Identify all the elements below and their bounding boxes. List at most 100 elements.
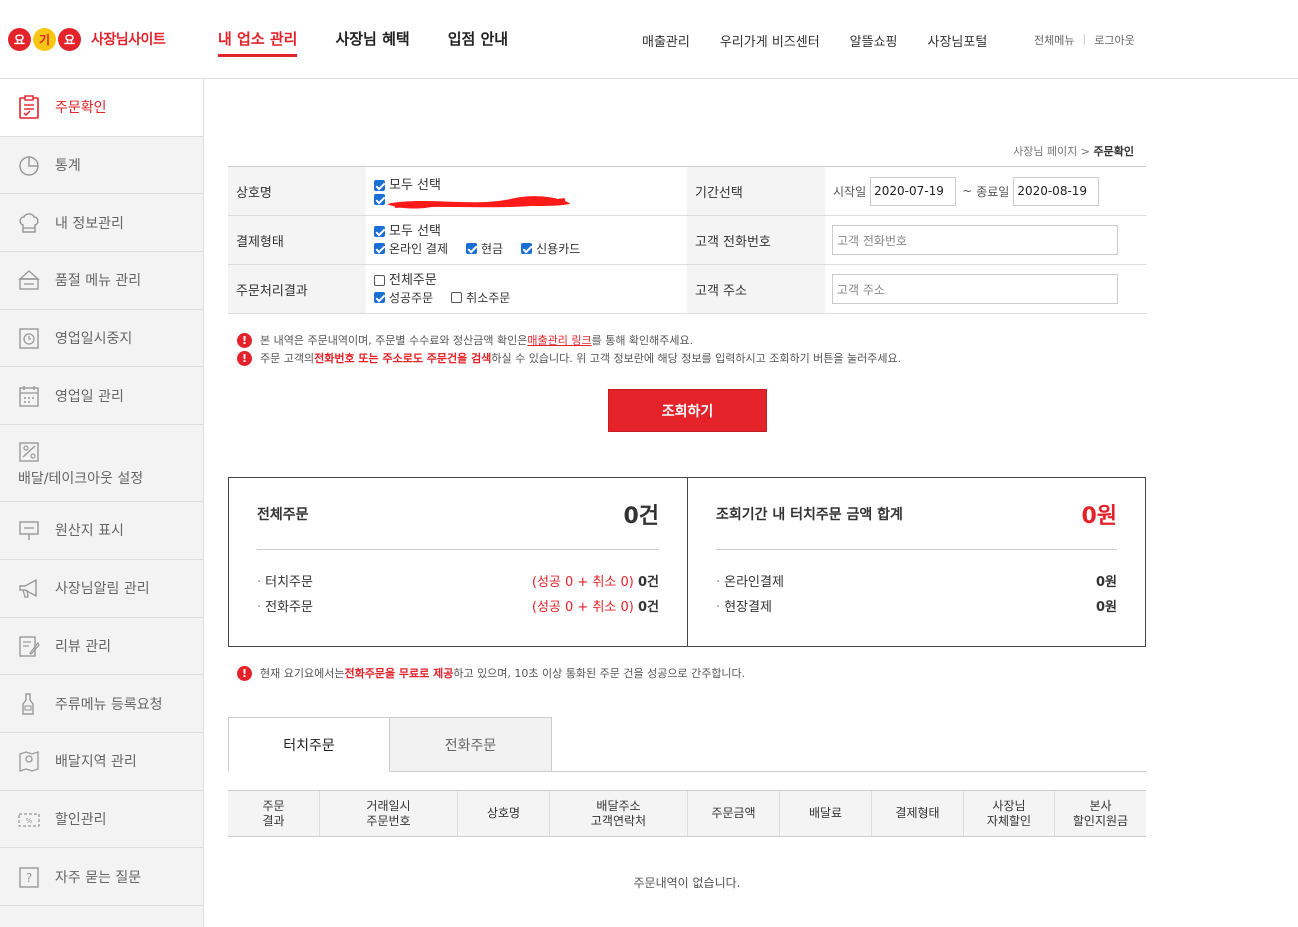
svg-text:%: % <box>26 817 33 825</box>
payment-cash-checkbox[interactable] <box>466 242 478 254</box>
tab-touch-order[interactable]: 터치주문 <box>228 717 390 772</box>
summary-amount: 조회기간 내 터치주문 금액 합계 0원 온라인결제 0원 현장결제 0원 <box>687 478 1145 646</box>
logo-dot: 기 <box>33 27 56 51</box>
payment-card-checkbox[interactable] <box>521 242 533 254</box>
sidebar-item-reviews[interactable]: 리뷰 관리 <box>0 618 203 676</box>
tilde: ~ <box>962 184 973 198</box>
top-link-portal[interactable]: 사장님포털 <box>928 31 988 50</box>
form-row-result: 주문처리결과 전체주문 성공주문 취소주문 고객 주소 고객 주소 <box>228 265 1146 314</box>
summary-row-label: 현장결제 <box>716 596 772 615</box>
sidebar-item-origin[interactable]: 원산지 표시 <box>0 502 203 560</box>
notice-highlight: 전화번호 또는 주소로도 주문건을 검색 <box>314 352 492 365</box>
store-all-checkbox[interactable] <box>374 180 385 191</box>
map-pin-icon <box>19 751 39 773</box>
sidebar-item-label: 영업일 관리 <box>55 388 124 405</box>
address-input[interactable]: 고객 주소 <box>832 274 1118 304</box>
result-all-checkbox[interactable] <box>374 275 385 286</box>
gnb-benefits[interactable]: 사장님 혜택 <box>335 28 409 57</box>
top-link-bizcenter[interactable]: 우리가게 비즈센터 <box>720 31 820 50</box>
util-links: 전체메뉴 | 로그아웃 <box>1034 32 1135 48</box>
result-options: 전체주문 성공주문 취소주문 <box>366 265 687 313</box>
gnb-join[interactable]: 입점 안내 <box>448 28 508 57</box>
summary-row-value: (성공 0 + 취소 0) 0건 <box>532 596 659 615</box>
notices: ! 본 내역은 주문내역이며, 주문별 수수료와 정산금액 확인은 매출관리 링… <box>237 331 901 367</box>
payment-card[interactable]: 신용카드 <box>521 240 580 257</box>
sidebar-item-label: 리뷰 관리 <box>55 638 111 655</box>
question-icon: ? <box>19 866 39 888</box>
sidebar-item-my-info[interactable]: 내 정보관리 <box>0 194 203 253</box>
summary-row: 터치주문 (성공 0 + 취소 0) 0건 <box>257 568 659 593</box>
top-links: 매출관리 우리가게 비즈센터 알뜰쇼핑 사장님포털 <box>642 31 1017 50</box>
address-field: 고객 주소 <box>825 265 1146 313</box>
breadcrumb-home[interactable]: 사장님 페이지 <box>1013 145 1077 158</box>
payment-card-label: 신용카드 <box>536 241 581 256</box>
payment-online-checkbox[interactable] <box>374 242 385 254</box>
gnb-my-store[interactable]: 내 업소 관리 <box>218 28 298 57</box>
payment-cash[interactable]: 현금 <box>466 240 503 257</box>
sidebar-item-notice-manage[interactable]: 사장님알림 관리 <box>0 560 203 618</box>
svg-text:?: ? <box>26 871 32 885</box>
sidebar-item-discount[interactable]: % 할인관리 <box>0 791 203 849</box>
payment-select-all[interactable]: 모두 선택 <box>374 224 687 240</box>
result-success[interactable]: 성공주문 <box>374 289 433 306</box>
notice-text: 현재 요기요에서는 <box>260 667 345 680</box>
end-date-input[interactable]: 2020-08-19 <box>1013 176 1100 206</box>
sidebar-item-label: 사장님알림 관리 <box>55 581 150 598</box>
clipboard-icon <box>19 95 39 120</box>
notice-text: 본 내역은 주문내역이며, 주문별 수수료와 정산금액 확인은 <box>260 334 528 347</box>
search-button[interactable]: 조회하기 <box>608 389 767 432</box>
payment-online[interactable]: 온라인 결제 <box>374 240 448 257</box>
payment-types: 온라인 결제 현금 신용카드 <box>374 240 687 257</box>
summary-row: 전화주문 (성공 0 + 취소 0) 0건 <box>257 593 659 618</box>
result-success-checkbox[interactable] <box>374 291 385 303</box>
payment-options: 모두 선택 온라인 결제 현금 신용카드 <box>366 216 687 264</box>
result-success-label: 성공주문 <box>389 290 434 305</box>
summary-row-label: 터치주문 <box>257 571 313 590</box>
top-link-shopping[interactable]: 알뜰쇼핑 <box>850 31 898 50</box>
notice-sales-link: ! 본 내역은 주문내역이며, 주문별 수수료와 정산금액 확인은 매출관리 링… <box>237 331 901 349</box>
column-header: 주문 결과 <box>228 791 320 836</box>
phone-label: 고객 전화번호 <box>687 216 825 264</box>
store-label: 상호명 <box>228 167 366 215</box>
sidebar-item-faq[interactable]: ? 자주 묻는 질문 <box>0 848 203 906</box>
summary-row: 현장결제 0원 <box>716 593 1117 618</box>
sidebar-item-delivery-area[interactable]: 배달지역 관리 <box>0 733 203 791</box>
column-header: 배달주소 고객연락처 <box>550 791 688 836</box>
result-cancel[interactable]: 취소주문 <box>451 289 510 306</box>
summary-row-label: 전화주문 <box>257 596 313 615</box>
notice-search-tip: ! 주문 고객의 전화번호 또는 주소로도 주문건을 검색 하실 수 있습니다. … <box>237 349 901 367</box>
sidebar-item-label: 원산지 표시 <box>55 523 124 540</box>
redaction-mark <box>387 196 571 209</box>
sales-link[interactable]: 매출관리 링크 <box>527 332 591 348</box>
sidebar-item-pause[interactable]: 영업일시중지 <box>0 310 203 368</box>
column-header: 주문금액 <box>688 791 780 836</box>
result-cancel-checkbox[interactable] <box>451 291 463 303</box>
phone-input[interactable]: 고객 전화번호 <box>832 225 1118 255</box>
logo[interactable]: 요 기 요 사장님사이트 <box>8 25 166 53</box>
result-all[interactable]: 전체주문 <box>374 273 687 289</box>
review-edit-icon <box>19 636 40 657</box>
payment-all-checkbox[interactable] <box>374 226 385 237</box>
summary-orders-title: 전체주문 <box>257 506 309 523</box>
result-all-label: 전체주문 <box>389 272 437 288</box>
sidebar-item-business-days[interactable]: 영업일 관리 <box>0 367 203 426</box>
all-menu-link[interactable]: 전체메뉴 <box>1034 32 1074 48</box>
result-label: 주문처리결과 <box>228 265 366 313</box>
sidebar-item-stats[interactable]: 통계 <box>0 137 203 195</box>
summary-amount-head: 조회기간 내 터치주문 금액 합계 0원 <box>716 478 1117 550</box>
breadcrumb-current: 주문확인 <box>1093 145 1134 158</box>
store-item-checkbox[interactable] <box>374 193 385 205</box>
payment-online-label: 온라인 결제 <box>389 241 449 256</box>
sidebar-item-label: 배달지역 관리 <box>55 754 137 771</box>
sidebar-item-delivery-settings[interactable]: 배달/테이크아웃 설정 <box>0 425 203 503</box>
sidebar-item-liquor[interactable]: 주류메뉴 등록요청 <box>0 675 203 733</box>
empty-message: 주문내역이 없습니다. <box>633 876 741 890</box>
tab-phone-order[interactable]: 전화주문 <box>390 717 552 772</box>
sidebar-item-label: 주류메뉴 등록요청 <box>55 696 163 713</box>
top-link-sales[interactable]: 매출관리 <box>642 31 690 50</box>
summary-row-count: 0건 <box>637 600 659 615</box>
logout-link[interactable]: 로그아웃 <box>1094 32 1134 48</box>
sidebar-item-order-check[interactable]: 주문확인 <box>0 79 203 137</box>
sidebar-item-soldout[interactable]: 품절 메뉴 관리 <box>0 252 203 310</box>
start-date-input[interactable]: 2020-07-19 <box>870 176 957 206</box>
